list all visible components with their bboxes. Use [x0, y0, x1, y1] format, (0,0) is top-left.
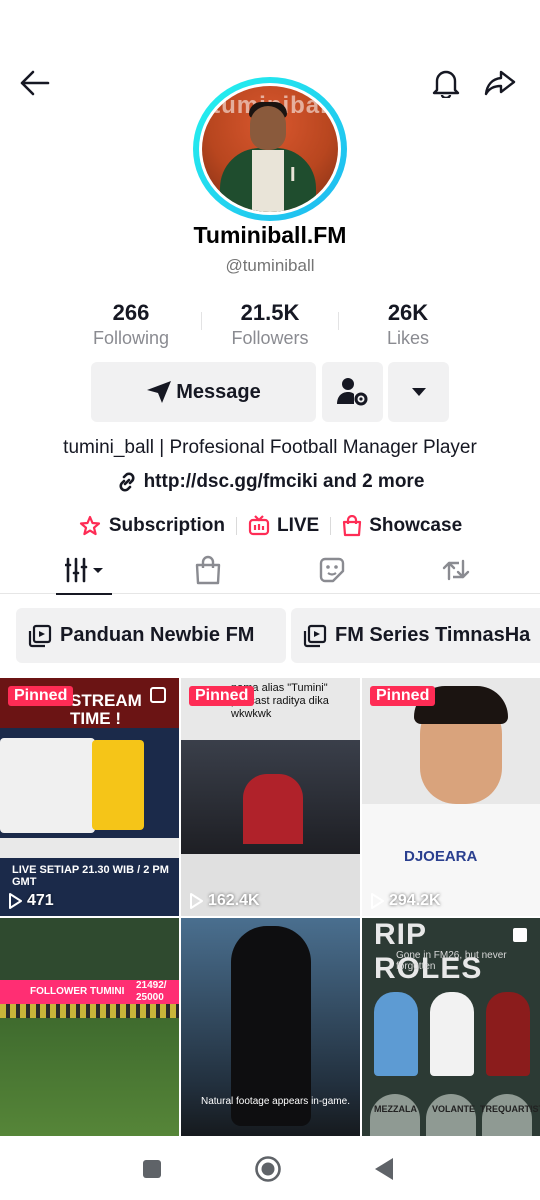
- thumbnail-title: DJOEARA: [404, 848, 478, 865]
- videos-grid-icon: [65, 557, 103, 583]
- playlist-icon: [28, 624, 52, 647]
- view-count: 162.4K: [189, 892, 260, 910]
- tab-favorites[interactable]: [287, 546, 377, 594]
- video-thumbnail[interactable]: Natural footage appears in-game.: [181, 918, 360, 1136]
- profile-link[interactable]: http://dsc.gg/fmciki and 2 more: [0, 471, 540, 493]
- repost-icon: [442, 559, 470, 581]
- message-label: Message: [176, 380, 261, 403]
- thumbnail-subtitle: LIVE SETIAP 21.30 WIB / 2 PM GMT: [12, 864, 169, 888]
- video-grid: STREAM TIME ! LIVE SETIAP 21.30 WIB / 2 …: [0, 678, 540, 1136]
- following-stat[interactable]: 266 Following: [66, 300, 196, 349]
- video-thumbnail[interactable]: FOLLOWER TUMINI 21492/ 25000: [0, 918, 179, 1136]
- video-thumbnail[interactable]: RIP ROLES Gone in FM26, but never forgot…: [362, 918, 540, 1136]
- thumbnail-subtitle: Gone in FM26, but never forgotten: [396, 950, 507, 972]
- more-options-button[interactable]: [388, 362, 449, 422]
- playlist-icon: [303, 624, 327, 647]
- following-count: 266: [112, 300, 150, 325]
- live-chip[interactable]: LIVE: [248, 515, 319, 537]
- shopping-bag-icon: [343, 515, 362, 537]
- home-circle-icon: [255, 1156, 281, 1182]
- playlist-row: Panduan Newbie FM FM Series TimnasHa: [16, 608, 540, 663]
- display-name: Tuminiball.FM: [193, 222, 347, 248]
- live-label: LIVE: [276, 515, 320, 536]
- back-arrow-icon[interactable]: [18, 66, 52, 100]
- share-icon[interactable]: [483, 66, 517, 100]
- tab-videos[interactable]: [40, 546, 130, 595]
- message-button[interactable]: Message: [91, 362, 316, 422]
- profile-link-text: http://dsc.gg/fmciki and 2 more: [143, 471, 425, 492]
- live-tv-icon: [248, 515, 270, 536]
- multi-clip-icon: [513, 928, 527, 942]
- avatar[interactable]: tuminibal I: [193, 77, 347, 221]
- thumbnail-subtitle: 21492/ 25000: [136, 980, 167, 1003]
- subscription-star-icon: [79, 515, 100, 536]
- following-label: Following: [92, 328, 170, 348]
- followers-label: Followers: [231, 328, 309, 348]
- playlist-item[interactable]: FM Series TimnasHa: [291, 608, 540, 663]
- followers-stat[interactable]: 21.5K Followers: [205, 300, 335, 349]
- content-tabs: [0, 546, 540, 595]
- view-count: 294.2K: [370, 892, 441, 910]
- friend-settings-button[interactable]: [322, 362, 383, 422]
- thumbnail-title: FOLLOWER TUMINI: [30, 986, 125, 997]
- play-icon: [371, 893, 384, 909]
- pinned-badge: Pinned: [8, 686, 74, 706]
- username-handle: @tuminiball: [225, 256, 315, 275]
- profile-bio: tumini_ball | Profesional Football Manag…: [63, 437, 477, 458]
- chevron-down-icon: [411, 388, 426, 396]
- link-icon: [119, 472, 135, 492]
- showcase-label: Showcase: [369, 515, 463, 536]
- send-icon: [147, 381, 172, 403]
- avatar-photo: tuminibal I: [202, 86, 338, 212]
- system-back-button[interactable]: [369, 1154, 399, 1184]
- profile-chips: Subscription LIVE Showcase: [0, 512, 540, 540]
- stat-divider: [338, 312, 339, 330]
- followers-count: 21.5K: [240, 300, 300, 325]
- role-label: TREQUARTISTA: [480, 1104, 540, 1114]
- likes-label: Likes: [386, 328, 430, 348]
- role-label: VOLANTE: [432, 1104, 476, 1114]
- likes-count: 26K: [387, 300, 429, 325]
- view-count: 471: [8, 892, 54, 910]
- profile-actions: Message: [0, 362, 540, 422]
- subscription-chip[interactable]: Subscription: [78, 515, 225, 537]
- subscription-label: Subscription: [108, 515, 225, 536]
- bell-icon[interactable]: [429, 66, 463, 100]
- play-icon: [190, 893, 203, 909]
- video-thumbnail[interactable]: DJOEARA Pinned 294.2K: [362, 678, 540, 916]
- tab-reposts[interactable]: [411, 546, 501, 594]
- stat-divider: [201, 312, 202, 330]
- recents-square-icon: [143, 1160, 161, 1178]
- tab-shop[interactable]: [163, 546, 253, 594]
- video-thumbnail[interactable]: STREAM TIME ! LIVE SETIAP 21.30 WIB / 2 …: [0, 678, 179, 916]
- person-gear-icon: [336, 378, 367, 406]
- playlist-item[interactable]: Panduan Newbie FM: [16, 608, 286, 663]
- multi-clip-icon: [150, 687, 166, 703]
- system-nav-bar: [0, 1140, 540, 1200]
- sticker-icon: [319, 557, 345, 583]
- showcase-chip[interactable]: Showcase: [342, 515, 462, 537]
- likes-stat[interactable]: 26K Likes: [343, 300, 473, 349]
- thumbnail-caption: Natural footage appears in-game.: [201, 1096, 350, 1107]
- back-triangle-icon: [375, 1158, 393, 1180]
- play-icon: [9, 893, 22, 909]
- recents-button[interactable]: [137, 1154, 167, 1184]
- pinned-badge: Pinned: [370, 686, 436, 706]
- playlist-label: FM Series TimnasHa: [335, 624, 531, 646]
- role-label: MEZZALA: [374, 1104, 417, 1114]
- shop-bag-icon: [195, 555, 221, 585]
- home-button[interactable]: [253, 1154, 283, 1184]
- video-thumbnail[interactable]: nama alias "Tumini" podcast raditya dika…: [181, 678, 360, 916]
- playlist-label: Panduan Newbie FM: [60, 624, 255, 646]
- pinned-badge: Pinned: [189, 686, 255, 706]
